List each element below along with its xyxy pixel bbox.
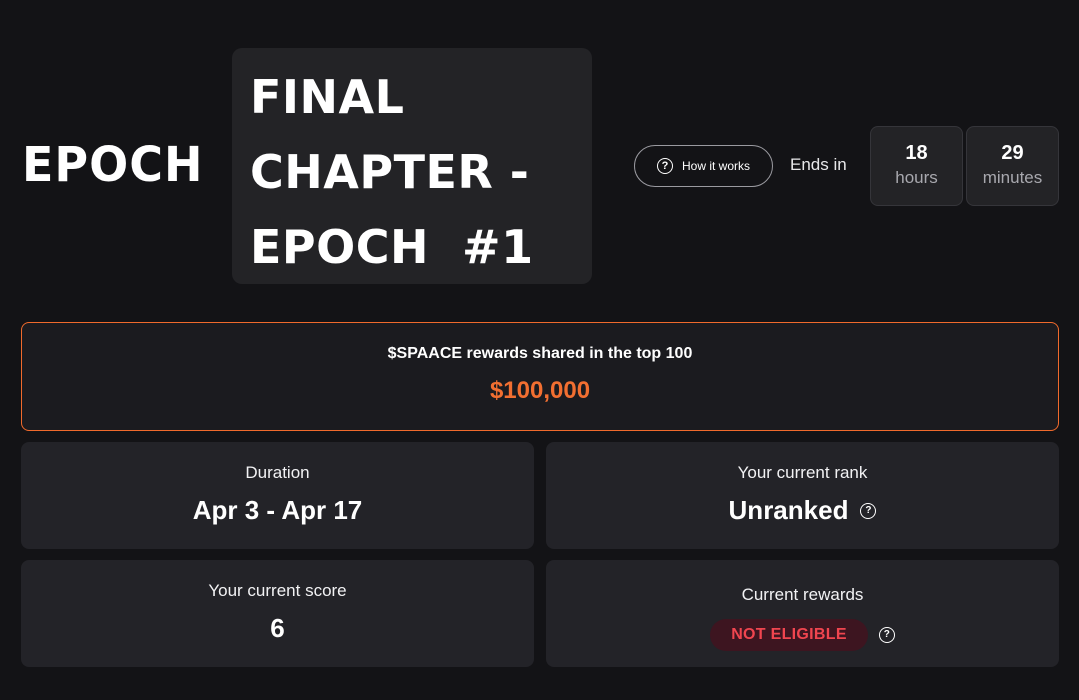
epoch-header: EPOCH FINAL CHAPTER - EPOCH #1 ? How it … — [0, 0, 1079, 300]
countdown-minutes: 29 minutes — [966, 126, 1059, 206]
hours-value: 18 — [905, 142, 928, 164]
hours-unit: hours — [895, 168, 938, 187]
score-card: Your current score 6 — [21, 560, 534, 667]
duration-card: Duration Apr 3 - Apr 17 — [21, 442, 534, 549]
ends-in-label: Ends in — [790, 155, 847, 174]
question-circle-icon: ? — [656, 158, 673, 174]
rewards-card: Current rewards NOT ELIGIBLE ? — [546, 560, 1059, 667]
rewards-help-icon[interactable]: ? — [878, 627, 895, 643]
rewards-label: Current rewards — [741, 585, 864, 604]
rewards-banner: $SPAACE rewards shared in the top 100 $1… — [21, 322, 1059, 431]
minutes-value: 29 — [1001, 142, 1024, 164]
epoch-title-line: FINAL — [250, 70, 405, 124]
how-it-works-label: How it works — [681, 159, 750, 173]
rewards-banner-amount: $100,000 — [489, 377, 591, 404]
how-it-works-button[interactable]: ? How it works — [634, 145, 773, 187]
duration-value-text: Apr 3 - Apr 17 — [192, 495, 363, 525]
rank-value-text: Unranked — [728, 495, 849, 525]
not-eligible-badge: NOT ELIGIBLE — [710, 619, 868, 651]
rank-label: Your current rank — [737, 463, 868, 482]
rank-card: Your current rank Unranked ? — [546, 442, 1059, 549]
epoch-title-box: FINAL CHAPTER - EPOCH #1 — [232, 48, 592, 284]
rewards-status-row: NOT ELIGIBLE ? — [710, 619, 895, 651]
score-label: Your current score — [208, 581, 347, 600]
epoch-label: EPOCH — [22, 135, 204, 193]
rank-help-icon[interactable]: ? — [860, 502, 877, 519]
score-value-text: 6 — [270, 613, 285, 643]
countdown-hours: 18 hours — [870, 126, 963, 206]
score-value: 6 — [270, 613, 284, 644]
epoch-page: EPOCH FINAL CHAPTER - EPOCH #1 ? How it … — [0, 0, 1079, 700]
epoch-title-line: EPOCH #1 — [250, 220, 534, 274]
duration-label: Duration — [245, 463, 310, 482]
epoch-title-line: CHAPTER - — [250, 145, 530, 199]
rewards-banner-label: $SPAACE rewards shared in the top 100 — [387, 345, 693, 362]
minutes-unit: minutes — [982, 168, 1043, 187]
duration-value: Apr 3 - Apr 17 — [193, 495, 363, 526]
rank-value: Unranked ? — [729, 495, 877, 526]
